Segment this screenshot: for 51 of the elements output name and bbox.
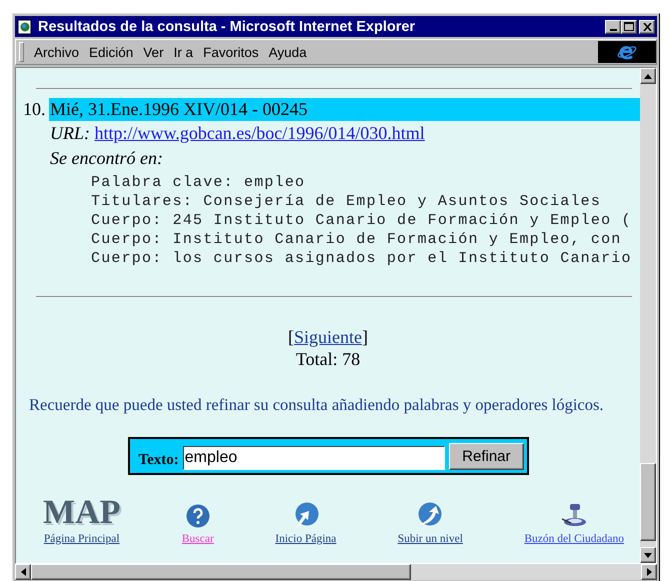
scroll-left-button[interactable] bbox=[15, 564, 31, 580]
close-icon bbox=[642, 22, 652, 30]
result-link[interactable]: http://www.gobcan.es/boc/1996/014/030.html bbox=[94, 123, 425, 143]
menu-item[interactable]: Edición bbox=[84, 44, 138, 60]
left-arrow-icon bbox=[20, 568, 26, 576]
help-icon[interactable] bbox=[186, 504, 210, 528]
nav-link[interactable]: Buzón del Ciudadano bbox=[524, 533, 624, 545]
bracket: [ bbox=[288, 327, 294, 347]
match-line: Palabra clave: empleo bbox=[91, 173, 306, 192]
mailbox-icon[interactable] bbox=[561, 502, 588, 528]
match-line: Cuerpo: Instituto Canario de Formación y Empleo, con bbox=[91, 230, 622, 249]
logo[interactable]: MAP bbox=[43, 498, 120, 528]
maximize-button[interactable] bbox=[621, 20, 637, 34]
nav-link[interactable]: Página Principal bbox=[44, 533, 120, 545]
menu-item[interactable]: Ayuda bbox=[264, 44, 312, 60]
page-icon bbox=[17, 18, 33, 34]
maximize-icon bbox=[624, 22, 634, 31]
result-number: 10. bbox=[23, 99, 46, 120]
refine-button[interactable]: Refinar bbox=[449, 442, 524, 470]
hint-text: Recuerde que puede usted refinar su consulta añadiendo palabras y operadores lógicos. bbox=[28, 395, 605, 415]
minimize-button[interactable] bbox=[605, 20, 621, 34]
window-title: Resultados de la consulta - Microsoft Internet Explorer bbox=[38, 18, 416, 34]
found-label: Se encontró en: bbox=[50, 148, 163, 168]
scroll-right-button[interactable] bbox=[641, 564, 657, 580]
up-arrow-icon bbox=[644, 74, 652, 78]
total-count: Total: 78 bbox=[294, 348, 362, 370]
down-arrow-icon bbox=[644, 552, 652, 558]
url-label: URL: bbox=[50, 123, 90, 143]
match-line: Cuerpo: 245 Instituto Canario de Formación y Empleo ( bbox=[91, 211, 632, 230]
match-line: Titulares: Consejería de Empleo y Asuntos Sociales bbox=[91, 192, 602, 211]
scroll-up-button[interactable] bbox=[640, 68, 656, 84]
horizontal-scrollbar[interactable] bbox=[15, 564, 657, 580]
scroll-down-button[interactable] bbox=[640, 547, 656, 563]
nav-link[interactable]: Subir un nivel bbox=[398, 533, 463, 545]
scroll-thumb[interactable] bbox=[640, 463, 656, 541]
menu-item[interactable]: Ver bbox=[138, 44, 169, 60]
menu-item[interactable]: Favoritos bbox=[198, 44, 264, 60]
nav-link[interactable]: Inicio Página bbox=[275, 533, 336, 545]
menu-item[interactable]: Ir a bbox=[168, 44, 198, 60]
minimize-icon bbox=[610, 28, 616, 30]
result-heading: Mié, 31.Ene.1996 XIV/014 - 00245 bbox=[49, 98, 640, 121]
vertical-scrollbar[interactable] bbox=[640, 68, 656, 563]
match-line: Cuerpo: los cursos asignados por el Instituto Canario bbox=[91, 249, 632, 268]
text-field[interactable]: empleo bbox=[182, 446, 446, 470]
text-label: Texto: bbox=[138, 452, 179, 468]
next-link[interactable]: Siguiente bbox=[294, 327, 362, 347]
scroll-thumb[interactable] bbox=[31, 564, 411, 580]
bracket: ] bbox=[362, 327, 368, 347]
close-button[interactable] bbox=[639, 20, 655, 34]
right-arrow-icon bbox=[646, 568, 652, 576]
menu-item[interactable]: Archivo bbox=[30, 44, 84, 60]
